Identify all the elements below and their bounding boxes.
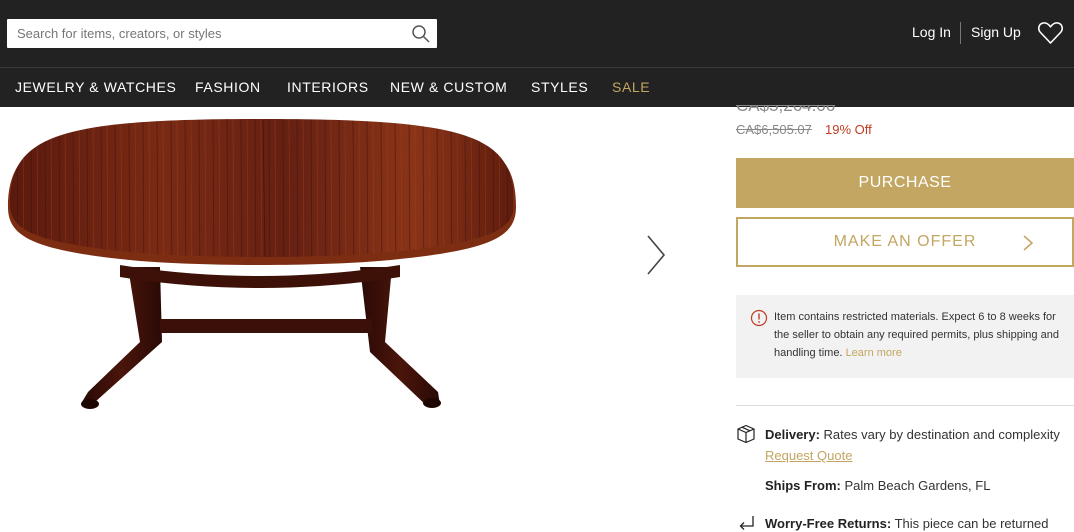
restricted-materials-notice: Item contains restricted materials. Expe… bbox=[736, 295, 1074, 378]
returns-info: Worry-Free Returns: This piece can be re… bbox=[765, 516, 1049, 531]
nav-item-fashion[interactable]: FASHION bbox=[195, 79, 261, 95]
delivery-info: Delivery: Rates vary by destination and … bbox=[765, 427, 1060, 442]
auth-divider bbox=[960, 22, 961, 44]
chevron-right-icon[interactable] bbox=[640, 232, 670, 278]
ships-from-info: Ships From: Palm Beach Gardens, FL bbox=[765, 478, 990, 493]
signup-link[interactable]: Sign Up bbox=[971, 24, 1021, 40]
ships-from-value: Palm Beach Gardens, FL bbox=[844, 478, 991, 493]
learn-more-link[interactable]: Learn more bbox=[846, 347, 902, 359]
nav-item-sale[interactable]: SALE bbox=[612, 79, 650, 95]
search-box[interactable] bbox=[7, 19, 437, 48]
notice-text: Item contains restricted materials. Expe… bbox=[774, 308, 1064, 362]
search-input[interactable] bbox=[17, 19, 407, 48]
return-icon bbox=[739, 516, 754, 530]
returns-label: Worry-Free Returns: bbox=[765, 516, 892, 531]
nav-item-interiors[interactable]: INTERIORS bbox=[287, 79, 369, 95]
notice-body: Item contains restricted materials. Expe… bbox=[774, 311, 1059, 359]
nav-item-jewelry-watches[interactable]: JEWELRY & WATCHES bbox=[15, 79, 176, 95]
section-divider bbox=[736, 405, 1074, 406]
delivery-text: Rates vary by destination and complexity bbox=[823, 427, 1060, 442]
site-header: Log In Sign Up bbox=[0, 0, 1074, 67]
make-offer-button[interactable]: MAKE AN OFFER bbox=[736, 217, 1074, 267]
returns-text: This piece can be returned bbox=[894, 516, 1049, 531]
heart-icon[interactable] bbox=[1037, 20, 1064, 46]
discount-badge: 19% Off bbox=[825, 122, 872, 137]
delivery-label: Delivery: bbox=[765, 427, 820, 442]
nav-item-styles[interactable]: STYLES bbox=[531, 79, 588, 95]
alert-icon bbox=[750, 309, 768, 327]
purchase-button[interactable]: PURCHASE bbox=[736, 158, 1074, 208]
package-icon bbox=[737, 424, 755, 444]
login-link[interactable]: Log In bbox=[912, 24, 951, 40]
product-image[interactable] bbox=[0, 107, 530, 427]
chevron-right-icon bbox=[1023, 235, 1034, 251]
search-icon[interactable] bbox=[411, 24, 431, 44]
nav-item-new-custom[interactable]: NEW & CUSTOM bbox=[390, 79, 507, 95]
category-nav: JEWELRY & WATCHES FASHION INTERIORS NEW … bbox=[0, 67, 1074, 107]
ships-from-label: Ships From: bbox=[765, 478, 841, 493]
request-quote-link[interactable]: Request Quote bbox=[765, 448, 852, 463]
original-price: CA$6,505.07 bbox=[736, 122, 812, 137]
